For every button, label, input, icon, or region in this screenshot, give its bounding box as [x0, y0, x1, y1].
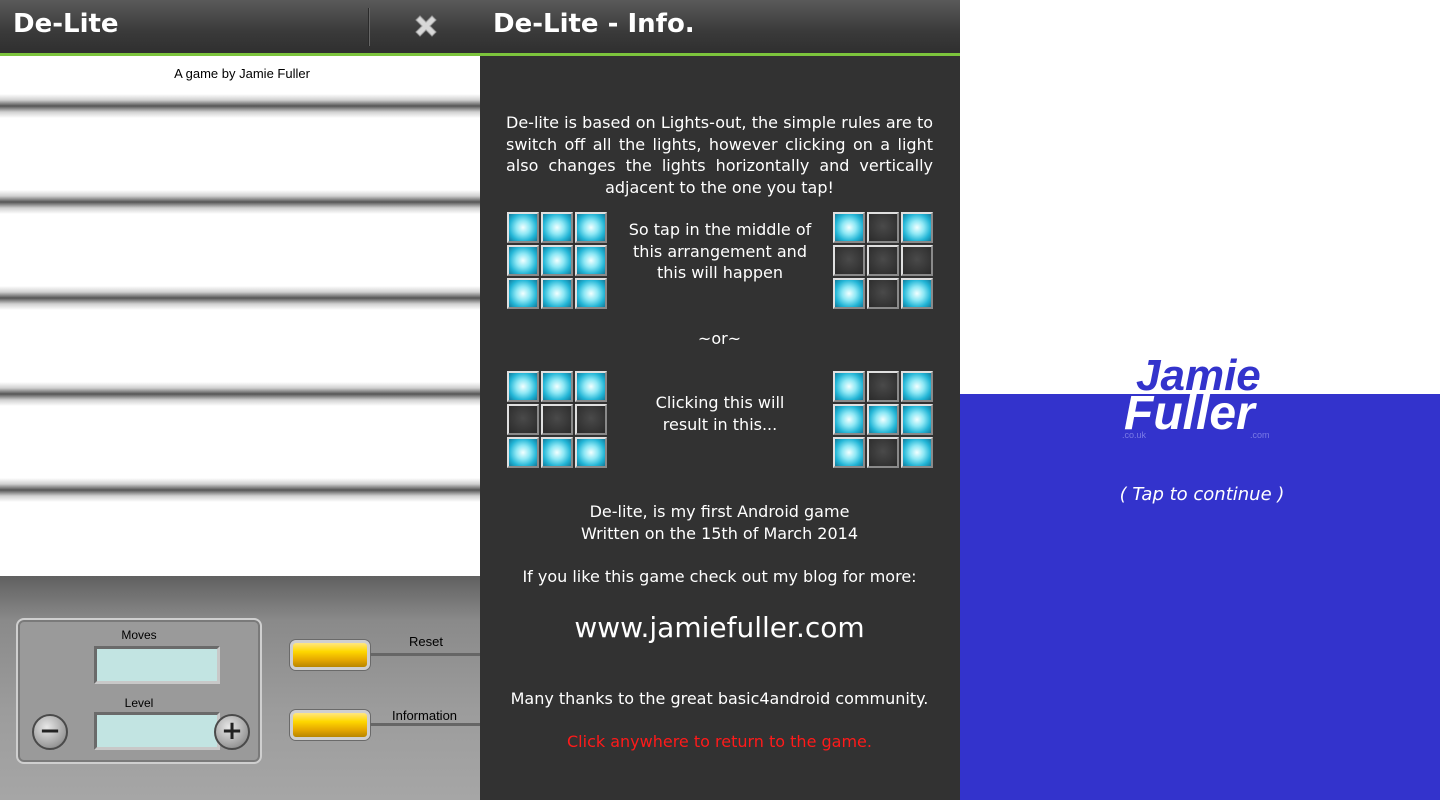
light-on: [901, 278, 933, 309]
jamie-fuller-logo: Jamie Fuller .co.uk .com: [1120, 352, 1280, 448]
example1-before-grid: [507, 212, 607, 312]
title-bar: De-Lite De-Lite - Info.: [0, 0, 960, 56]
light-on: [867, 404, 899, 435]
light-on: [575, 371, 607, 402]
info-title: De-Lite - Info.: [493, 9, 695, 39]
light-off: [867, 245, 899, 276]
light-on: [833, 278, 865, 309]
minus-icon: −: [39, 716, 61, 746]
plus-icon: +: [221, 716, 243, 746]
light-off: [867, 278, 899, 309]
light-on: [575, 437, 607, 468]
light-on: [833, 371, 865, 402]
information-label: Information: [392, 708, 458, 723]
light-on: [507, 278, 539, 309]
light-on: [901, 212, 933, 243]
light-on: [833, 212, 865, 243]
level-field: [94, 712, 220, 750]
moves-field: [94, 646, 220, 684]
example1-after-grid: [833, 212, 933, 312]
game-panel: A game by Jamie Fuller Moves Level − + R…: [0, 0, 480, 800]
light-off: [575, 404, 607, 435]
light-rail: [0, 382, 480, 406]
light-on: [901, 404, 933, 435]
light-rail: [0, 478, 480, 502]
website-link[interactable]: www.jamiefuller.com: [506, 611, 933, 644]
app-title: De-Lite: [13, 9, 119, 39]
stats-box: Moves Level − +: [16, 618, 262, 764]
light-on: [901, 437, 933, 468]
light-on: [541, 437, 573, 468]
light-on: [541, 278, 573, 309]
light-off: [833, 245, 865, 276]
light-on: [901, 371, 933, 402]
light-on: [507, 245, 539, 276]
level-up-button[interactable]: +: [214, 714, 250, 750]
light-off: [507, 404, 539, 435]
light-off: [867, 212, 899, 243]
level-label: Level: [124, 696, 154, 710]
example2-before-grid: [507, 371, 607, 471]
moves-label: Moves: [121, 628, 157, 642]
example1-caption: So tap in the middle of this arrangement…: [628, 220, 812, 282]
blog-text: If you like this game check out my blog …: [522, 567, 917, 586]
light-off: [867, 371, 899, 402]
light-on: [541, 371, 573, 402]
light-on: [507, 212, 539, 243]
byline: A game by Jamie Fuller: [174, 66, 310, 81]
title-divider: [368, 8, 370, 46]
about-line2: Written on the 15th of March 2014: [580, 524, 859, 543]
light-rail: [0, 94, 480, 118]
reset-button[interactable]: [290, 640, 370, 670]
close-icon[interactable]: [410, 10, 442, 42]
light-on: [575, 278, 607, 309]
information-connector: [370, 723, 480, 726]
light-on: [575, 212, 607, 243]
logo-com: .com: [1250, 430, 1270, 440]
or-text: ~or~: [697, 329, 742, 348]
thanks-text: Many thanks to the great basic4android c…: [510, 689, 929, 708]
light-on: [575, 245, 607, 276]
rules-text: De-lite is based on Lights-out, the simp…: [506, 113, 933, 197]
light-on: [541, 245, 573, 276]
splash-background: [960, 394, 1440, 800]
splash-panel[interactable]: Jamie Fuller .co.uk .com ( Tap to contin…: [960, 0, 1440, 800]
light-on: [507, 371, 539, 402]
level-down-button[interactable]: −: [32, 714, 68, 750]
light-off: [901, 245, 933, 276]
about-line1: De-lite, is my first Android game: [589, 502, 850, 521]
light-off: [541, 404, 573, 435]
reset-label: Reset: [409, 634, 443, 649]
example2-after-grid: [833, 371, 933, 471]
reset-connector: [370, 653, 480, 656]
tap-to-continue[interactable]: ( Tap to continue ): [960, 484, 1440, 505]
light-rail: [0, 190, 480, 214]
light-rail: [0, 286, 480, 310]
information-button[interactable]: [290, 710, 370, 740]
logo-couk: .co.uk: [1122, 430, 1147, 440]
control-area: Moves Level − + Reset Information: [0, 576, 480, 800]
example2-caption: Clicking this will result in this...: [655, 393, 785, 434]
return-message[interactable]: Click anywhere to return to the game.: [506, 731, 933, 753]
light-on: [507, 437, 539, 468]
light-off: [867, 437, 899, 468]
light-on: [833, 437, 865, 468]
info-panel[interactable]: De-lite is based on Lights-out, the simp…: [480, 56, 960, 800]
light-on: [541, 212, 573, 243]
light-on: [833, 404, 865, 435]
